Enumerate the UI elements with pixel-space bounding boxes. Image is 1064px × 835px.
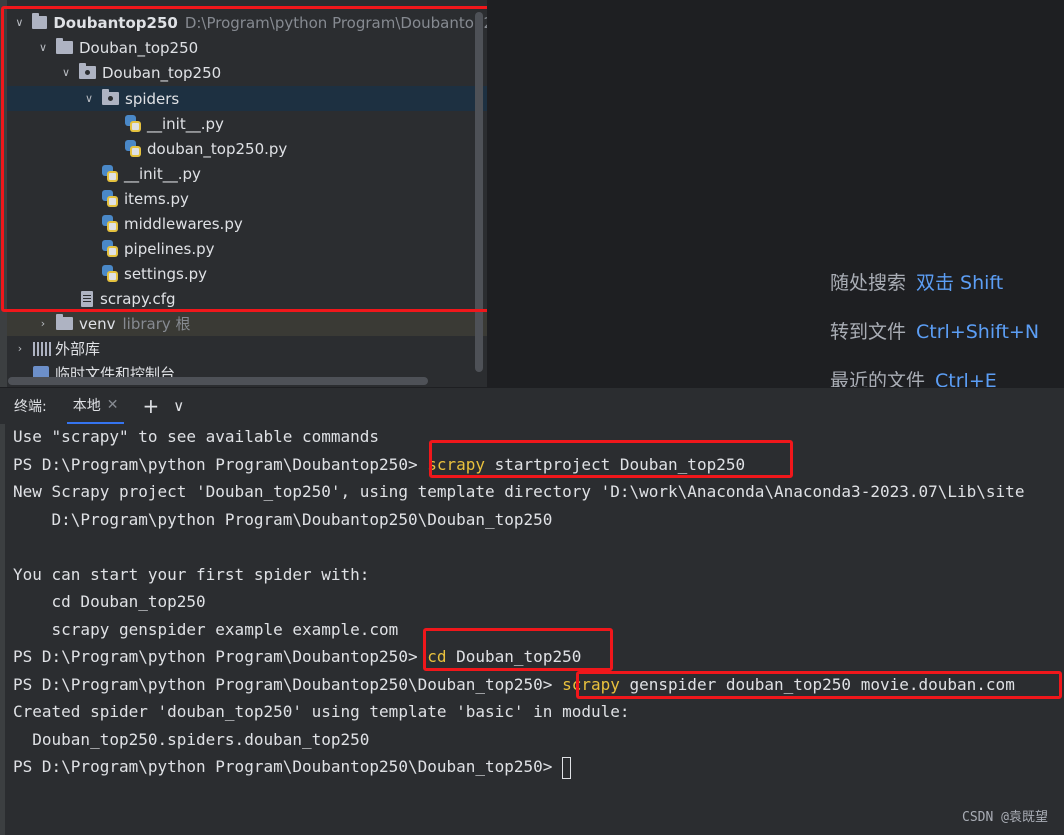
python-file-icon <box>102 240 118 257</box>
tree-item-external-libs[interactable]: › 外部库 <box>7 336 487 361</box>
library-root-hint: library 根 <box>122 315 191 333</box>
tree-item-label: douban_top250.py <box>147 139 288 158</box>
python-file-icon <box>102 265 118 282</box>
tree-item-label: Douban_top250 <box>79 38 199 57</box>
config-file-icon <box>81 290 93 307</box>
chevron-down-icon[interactable]: ∨ <box>59 66 73 79</box>
python-file-icon <box>125 115 141 132</box>
command-args: Douban_top250 <box>446 647 582 666</box>
editor-empty-state: 随处搜索 双击 Shift 转到文件 Ctrl+Shift+N 最近的文件 Ctrl+… <box>487 0 1064 392</box>
python-file-icon <box>102 165 118 182</box>
terminal-line: You can start your first spider with: <box>13 565 370 584</box>
tree-item-label: middlewares.py <box>124 214 243 233</box>
command-keyword: scrapy <box>562 675 620 694</box>
tree-item-label: spiders <box>125 89 180 108</box>
tree-item-spiders[interactable]: ∨ spiders <box>7 86 487 111</box>
hint-shortcut: 双击 Shift <box>916 272 1004 294</box>
hint-label: 随处搜索 <box>830 272 907 294</box>
hint-shortcut: Ctrl+Shift+N <box>916 321 1040 343</box>
project-tree: ∨ Doubantop250 D:\Program\python Program… <box>0 0 487 387</box>
terminal-title: 终端: <box>14 399 47 415</box>
chevron-down-icon[interactable]: ∨ <box>13 16 26 29</box>
command-args: startproject Douban_top250 <box>485 455 746 474</box>
tree-item-label: settings.py <box>124 264 207 283</box>
hint-search-everywhere: 随处搜索 双击 Shift <box>830 268 1003 295</box>
tree-item-file[interactable]: middlewares.py <box>7 211 487 236</box>
folder-icon <box>31 13 48 29</box>
python-file-icon <box>102 190 118 207</box>
tree-item-package[interactable]: ∨ Douban_top250 <box>7 60 487 85</box>
close-icon[interactable]: ✕ <box>107 397 119 413</box>
chevron-down-icon[interactable]: ∨ <box>36 41 50 54</box>
terminal-line: cd Douban_top250 <box>13 592 206 611</box>
horizontal-scrollbar[interactable] <box>8 377 428 385</box>
text-cursor <box>562 756 572 779</box>
tree-item-label: venv <box>79 314 116 333</box>
terminal-output[interactable]: Use "scrapy" to see available commands P… <box>0 424 1064 835</box>
tree-item-folder[interactable]: ∨ Douban_top250 <box>7 35 487 60</box>
tree-item-label: __init__.py <box>147 114 224 133</box>
terminal-line: New Scrapy project 'Douban_top250', usin… <box>13 482 1025 501</box>
terminal-line: PS D:\Program\python Program\Doubantop25… <box>13 453 745 477</box>
package-icon <box>79 63 96 79</box>
tree-item-root[interactable]: ∨ Doubantop250 D:\Program\python Program… <box>7 10 487 35</box>
tree-item-file[interactable]: scrapy.cfg <box>7 286 487 311</box>
add-tab-button[interactable]: + <box>142 394 159 418</box>
tool-window-stripe <box>0 424 5 835</box>
prompt: PS D:\Program\python Program\Doubantop25… <box>13 675 563 694</box>
prompt: PS D:\Program\python Program\Doubantop25… <box>13 455 428 474</box>
tool-window-stripe <box>0 0 7 387</box>
command-keyword: cd <box>427 647 447 666</box>
chevron-right-icon[interactable]: › <box>13 342 27 355</box>
command-args: genspider douban_top250 movie.douban.com <box>619 675 1015 694</box>
terminal-line: Douban_top250.spiders.douban_top250 <box>13 730 370 749</box>
tree-item-label: Douban_top250 <box>102 63 222 82</box>
vertical-scrollbar[interactable] <box>475 12 483 372</box>
prompt: PS D:\Program\python Program\Doubantop25… <box>13 757 563 776</box>
chevron-down-icon[interactable]: ∨ <box>173 397 184 415</box>
python-file-icon <box>125 140 141 157</box>
tree-item-file[interactable]: items.py <box>7 186 487 211</box>
terminal-line: PS D:\Program\python Program\Doubantop25… <box>13 673 1015 697</box>
hint-go-to-file: 转到文件 Ctrl+Shift+N <box>830 317 1039 344</box>
terminal-toolbar: 终端: 本地 ✕ + ∨ <box>0 387 1064 424</box>
tree-item-file[interactable]: __init__.py <box>7 111 487 136</box>
folder-icon <box>56 314 73 330</box>
project-root-path: D:\Program\python Program\Doubantop2 <box>184 13 487 32</box>
package-icon <box>102 89 119 105</box>
tab-label: 本地 <box>72 398 101 414</box>
folder-icon <box>56 38 73 54</box>
hint-label: 转到文件 <box>830 321 907 343</box>
terminal-line: D:\Program\python Program\Doubantop250\D… <box>13 510 553 529</box>
library-icon <box>33 341 51 356</box>
chevron-down-icon[interactable]: ∨ <box>82 92 96 105</box>
terminal-tab-local[interactable]: 本地 ✕ <box>66 388 125 424</box>
terminal-line: Created spider 'douban_top250' using tem… <box>13 702 630 721</box>
tree-item-file[interactable]: __init__.py <box>7 161 487 186</box>
tree-item-label: __init__.py <box>124 164 201 183</box>
watermark: CSDN @袁既望 <box>962 810 1048 825</box>
terminal-line: scrapy genspider example example.com <box>13 620 399 639</box>
tree-item-file[interactable]: douban_top250.py <box>7 136 487 161</box>
command-keyword: scrapy <box>427 455 486 474</box>
tree-item-label: pipelines.py <box>124 239 215 258</box>
tree-item-label: items.py <box>124 189 189 208</box>
tree-item-file[interactable]: settings.py <box>7 261 487 286</box>
tree-item-label: scrapy.cfg <box>100 289 176 308</box>
terminal-line: Use "scrapy" to see available commands <box>13 427 380 446</box>
chevron-right-icon[interactable]: › <box>36 317 50 330</box>
tree-item-file[interactable]: pipelines.py <box>7 236 487 261</box>
project-root-name: Doubantop250 <box>53 13 178 32</box>
prompt: PS D:\Program\python Program\Doubantop25… <box>13 647 428 666</box>
tree-item-venv[interactable]: › venv library 根 <box>7 311 487 336</box>
tree-item-label: 外部库 <box>55 340 101 358</box>
terminal-line: PS D:\Program\python Program\Doubantop25… <box>13 755 572 779</box>
terminal-line: PS D:\Program\python Program\Doubantop25… <box>13 645 581 669</box>
python-file-icon <box>102 215 118 232</box>
